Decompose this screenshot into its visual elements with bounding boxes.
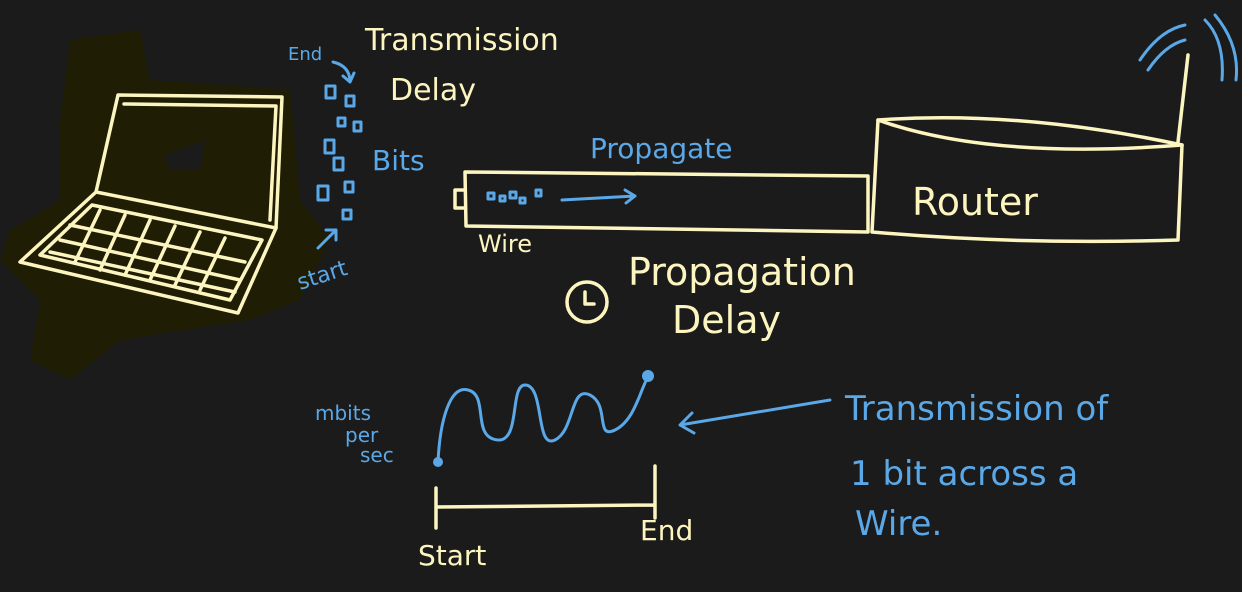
transmission-delay-label: Transmission <box>364 23 559 58</box>
start-label-bottom: Start <box>418 539 486 572</box>
propagate-arrow <box>560 188 637 205</box>
bits-label: Bits <box>372 144 425 177</box>
diagram-canvas: End Transmission Delay Bits start Wire P… <box>0 0 1242 592</box>
wire-label: Wire <box>478 230 532 258</box>
bits-icons <box>316 60 363 250</box>
note-line-1: Transmission of <box>844 389 1109 429</box>
propagation-delay-label: Propagation <box>628 250 856 294</box>
note-line-3: Wire. <box>855 504 942 544</box>
timeline <box>434 464 657 530</box>
end-label-top: End <box>288 44 322 65</box>
wire <box>453 170 870 234</box>
mbits-label-3: sec <box>360 443 394 467</box>
clock-icon <box>565 280 609 324</box>
propagate-label: Propagate <box>590 132 733 165</box>
clock-hands-icon <box>583 290 596 306</box>
mbits-label: mbits <box>315 401 371 425</box>
transmission-delay-label-2: Delay <box>390 73 476 108</box>
pointer-arrow <box>678 398 832 435</box>
propagation-delay-label-2: Delay <box>672 298 781 342</box>
diagram: End Transmission Delay Bits start Wire P… <box>0 13 1239 572</box>
note-line-2: 1 bit across a <box>850 454 1078 494</box>
router-label: Router <box>912 180 1038 224</box>
end-label-bottom: End <box>640 514 693 547</box>
bit-wave <box>433 370 654 467</box>
